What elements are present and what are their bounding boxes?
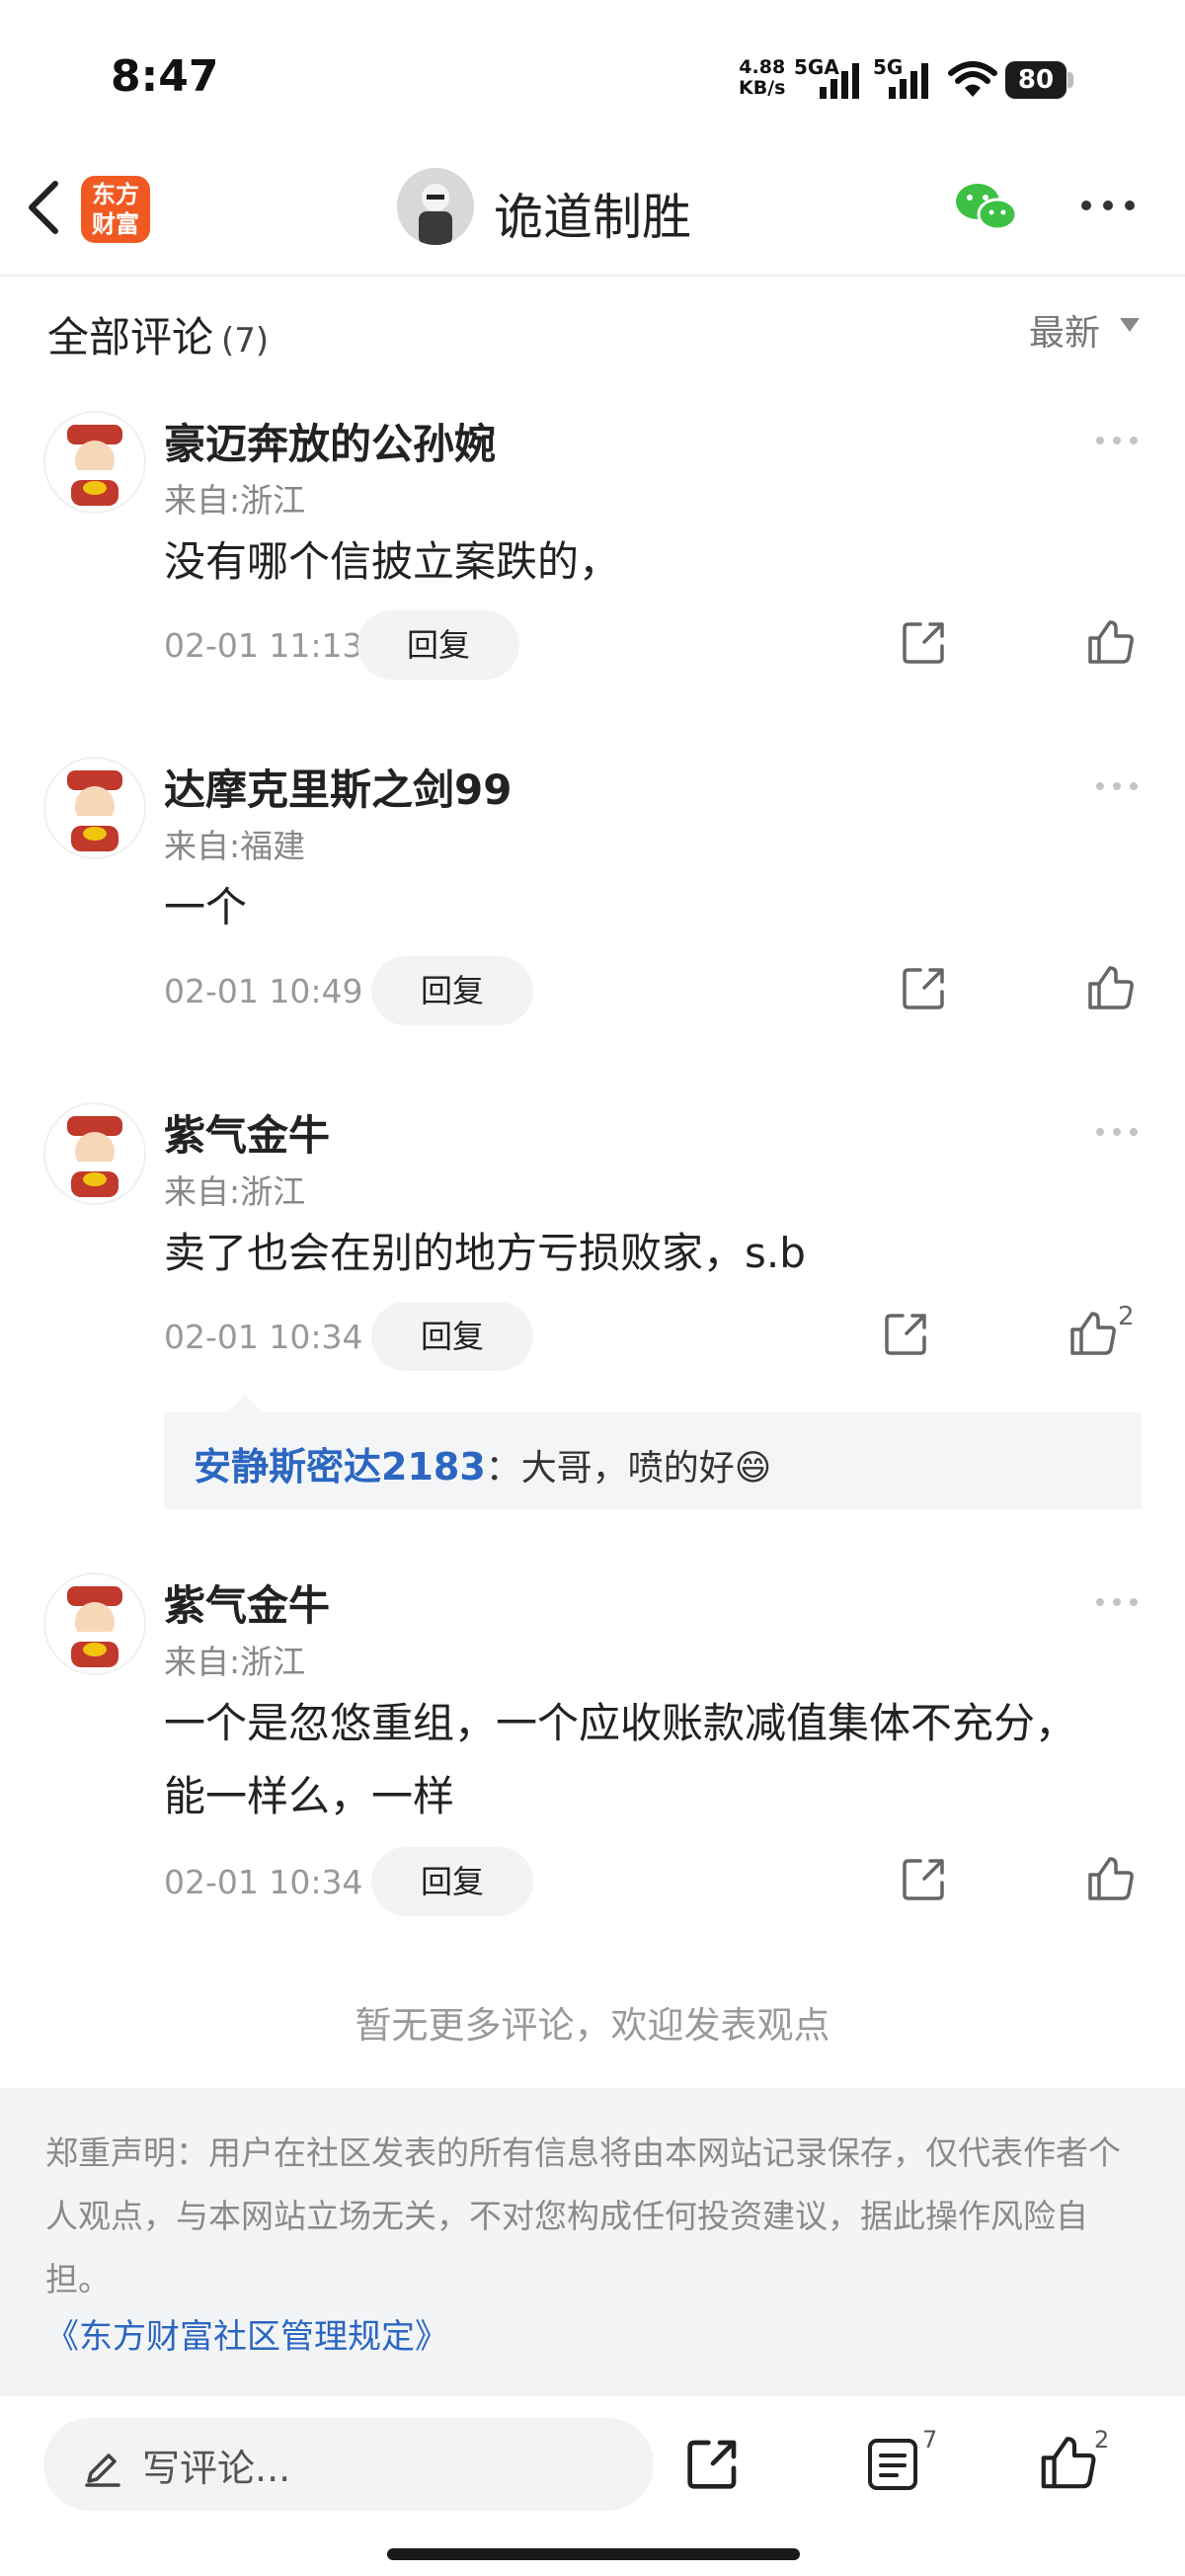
subreply-text: ：大哥，喷的好😄 [485, 1448, 772, 1489]
subreply-caret [227, 1395, 263, 1412]
comment-more-icon[interactable] [1094, 1126, 1140, 1138]
status-time: 8:47 [111, 51, 219, 102]
comment-more-icon[interactable] [1094, 435, 1140, 446]
reply-button[interactable]: 回复 [357, 610, 519, 680]
subreply-username[interactable]: 安静斯密达2183 [194, 1445, 486, 1489]
comment-more-icon[interactable] [1094, 780, 1140, 792]
like-count-badge: 2 [1094, 2426, 1110, 2454]
comment-location: 来自:福建 [164, 827, 306, 865]
share-icon[interactable] [901, 964, 948, 1011]
comment-location: 来自:浙江 [164, 1172, 306, 1211]
like-icon[interactable] [1086, 1853, 1136, 1902]
comment-date: 02-01 10:34 [164, 1863, 363, 1901]
like-icon[interactable] [1086, 962, 1136, 1011]
comment-count-badge: 7 [922, 2426, 938, 2454]
battery-icon: 80 [1005, 61, 1066, 99]
network-speed-value: 4.88 [739, 56, 786, 78]
author-avatar[interactable] [397, 168, 474, 245]
like-icon[interactable] [1068, 1308, 1118, 1357]
home-indicator[interactable] [387, 2548, 800, 2560]
reply-button[interactable]: 回复 [371, 1302, 533, 1371]
network-speed: 4.88 KB/s [739, 57, 785, 99]
comment-content-line-2: 能一样么，一样 [164, 1772, 455, 1820]
sort-dropdown[interactable]: 最新 [1029, 304, 1100, 356]
more-icon[interactable] [1078, 198, 1138, 213]
comments-header: 全部评论 (7) [47, 304, 269, 364]
share-icon[interactable] [901, 618, 948, 666]
app-logo[interactable]: 东方 财富 [81, 176, 150, 243]
avatar[interactable] [43, 757, 146, 859]
status-bar: 8:47 4.88 KB/s 5GA 5G 80 [0, 0, 1185, 158]
back-icon[interactable] [20, 178, 67, 237]
caishen-avatar-icon [67, 1116, 122, 1197]
logo-line-1: 东方 [92, 181, 139, 208]
pencil-icon [85, 2454, 120, 2487]
signal-icon [820, 63, 859, 99]
battery-tip [1067, 72, 1073, 88]
avatar[interactable] [43, 411, 146, 514]
comments-label: 全部评论 [47, 313, 214, 362]
comment-list-icon[interactable] [867, 2436, 920, 2493]
caishen-avatar-icon [67, 1586, 122, 1667]
share-icon[interactable] [901, 1855, 948, 1902]
avatar[interactable] [43, 1102, 146, 1205]
wifi-icon [948, 61, 997, 97]
share-icon[interactable] [883, 1310, 930, 1357]
comments-count: (7) [221, 321, 270, 361]
no-more-comments: 暂无更多评论，欢迎发表观点 [355, 2004, 830, 2047]
comment-location: 来自:浙江 [164, 481, 306, 520]
caishen-avatar-icon [67, 425, 122, 506]
comment-content: 一个 [164, 883, 248, 931]
like-icon[interactable] [1039, 2432, 1098, 2491]
page-title[interactable]: 诡道制胜 [494, 178, 691, 249]
caishen-avatar-icon [67, 770, 122, 851]
wechat-icon[interactable] [954, 180, 1019, 235]
avatar[interactable] [43, 1572, 146, 1675]
subreply-box[interactable]: 安静斯密达2183：大哥，喷的好😄 [164, 1412, 1142, 1509]
comment-username[interactable]: 紫气金牛 [164, 1102, 330, 1163]
like-count: 2 [1118, 1302, 1135, 1331]
dropdown-arrow-icon[interactable] [1120, 318, 1140, 332]
comment-username[interactable]: 紫气金牛 [164, 1572, 330, 1633]
reply-button[interactable]: 回复 [371, 1847, 533, 1916]
community-rules-link[interactable]: 《东方财富社区管理规定》 [45, 2309, 448, 2358]
comment-placeholder[interactable]: 写评论... [142, 2438, 290, 2492]
share-icon[interactable] [685, 2436, 741, 2491]
comment-more-icon[interactable] [1094, 1596, 1140, 1608]
comment-date: 02-01 11:13 [164, 626, 363, 665]
network-speed-unit: KB/s [739, 77, 786, 99]
like-icon[interactable] [1086, 616, 1136, 666]
comment-date: 02-01 10:49 [164, 972, 363, 1010]
comment-username[interactable]: 豪迈奔放的公孙婉 [164, 411, 496, 471]
signal-icon-2 [889, 63, 928, 99]
comment-content: 一个是忽悠重组，一个应收账款减值集体不充分， [164, 1699, 1077, 1747]
reply-button[interactable]: 回复 [371, 956, 533, 1025]
comment-username[interactable]: 达摩克里斯之剑99 [164, 757, 512, 817]
disclaimer-text: 郑重声明：用户在社区发表的所有信息将由本网站记录保存，仅代表作者个人观点，与本网… [45, 2133, 1121, 2298]
comment-content: 卖了也会在别的地方亏损败家，s.b [164, 1229, 806, 1277]
comment-content: 没有哪个信披立案跌的， [164, 537, 621, 586]
comment-date: 02-01 10:34 [164, 1318, 363, 1356]
logo-line-2: 财富 [92, 210, 139, 238]
comment-location: 来自:浙江 [164, 1643, 306, 1681]
comment-input[interactable] [43, 2418, 654, 2511]
